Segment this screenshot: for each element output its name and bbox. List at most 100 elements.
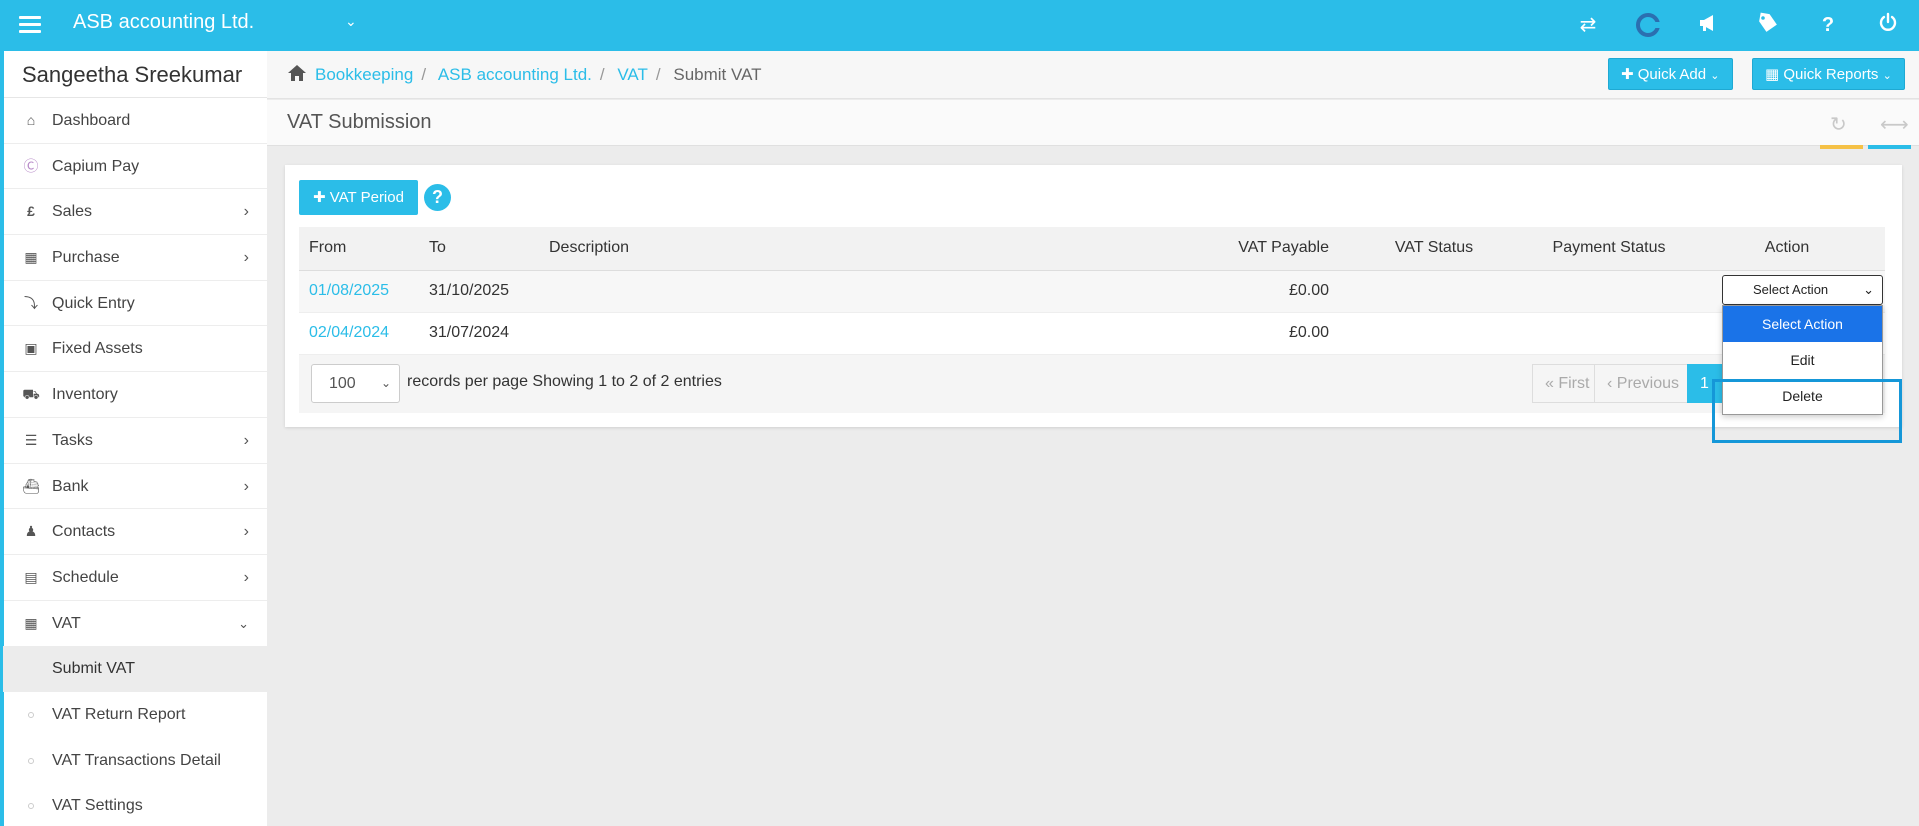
- chevron-right-icon: ›: [243, 477, 249, 495]
- pagination-page-button[interactable]: 1: [1687, 364, 1722, 403]
- pagination-previous-button[interactable]: ‹ Previous: [1594, 364, 1693, 403]
- column-header-to[interactable]: To: [419, 227, 539, 271]
- column-header-action: Action: [1689, 227, 1885, 271]
- bank-icon: ⛴: [22, 477, 40, 494]
- table-header-row: From To Description VAT Payable VAT Stat…: [299, 227, 1885, 271]
- records-per-page-select[interactable]: 100 ⌄: [311, 364, 400, 403]
- quick-reports-button[interactable]: ▦ Quick Reports ⌄: [1752, 58, 1905, 90]
- sidebar-subitem-label: Submit VAT: [52, 660, 135, 678]
- action-dropdown: Select Action Edit Delete: [1722, 305, 1883, 415]
- sidebar-item-schedule[interactable]: ▤ Schedule ›: [4, 555, 267, 601]
- records-per-page-value: 100: [329, 375, 356, 392]
- cell-from[interactable]: 01/08/2025: [299, 270, 419, 313]
- sidebar-item-inventory[interactable]: ⛟ Inventory: [4, 372, 267, 418]
- help-icon[interactable]: ?: [424, 184, 451, 211]
- records-per-page-label: records per page: [407, 373, 528, 390]
- sidebar-item-tasks[interactable]: ☰ Tasks ›: [4, 418, 267, 464]
- tasks-icon: ☰: [24, 431, 38, 448]
- refresh-indicator: [1820, 145, 1863, 149]
- building-icon: ▣: [24, 340, 38, 357]
- chevron-down-icon: ⌄: [1710, 70, 1720, 82]
- home-icon[interactable]: [287, 64, 307, 82]
- bullet-icon: [28, 757, 34, 764]
- action-option-select-action[interactable]: Select Action: [1723, 306, 1882, 342]
- sidebar-item-fixed-assets[interactable]: ▣ Fixed Assets: [4, 326, 267, 373]
- sidebar-item-vat[interactable]: ▦ VAT ⌄: [4, 601, 267, 647]
- company-name[interactable]: ASB accounting Ltd.: [73, 11, 254, 34]
- action-select-value: Select Action: [1753, 282, 1829, 297]
- sidebar-item-bank[interactable]: ⛴ Bank ›: [4, 464, 267, 510]
- sidebar-item-capium-pay[interactable]: Ⓒ Capium Pay: [4, 144, 267, 190]
- sidebar-item-label: Inventory: [52, 386, 118, 404]
- action-option-edit[interactable]: Edit: [1723, 342, 1882, 378]
- vat-periods-table: From To Description VAT Payable VAT Stat…: [299, 227, 1885, 355]
- quick-reports-label: Quick Reports: [1783, 66, 1879, 83]
- sidebar-item-contacts[interactable]: ♟ Contacts ›: [4, 509, 267, 555]
- add-vat-period-button[interactable]: ✚ VAT Period: [299, 180, 418, 215]
- calculator-icon: ▦: [24, 614, 38, 631]
- transfer-icon[interactable]: ⇄: [1575, 12, 1601, 38]
- expand-icon[interactable]: ⟷: [1880, 112, 1909, 137]
- period-from-link[interactable]: 02/04/2024: [309, 324, 389, 341]
- breadcrumb-vat[interactable]: VAT: [617, 65, 648, 84]
- page-title: VAT Submission: [287, 111, 432, 133]
- help-icon[interactable]: ?: [1815, 12, 1841, 38]
- column-header-payment-status[interactable]: Payment Status: [1529, 227, 1689, 271]
- hamburger-menu-icon[interactable]: [19, 12, 41, 36]
- action-select[interactable]: Select Action ⌄: [1722, 275, 1883, 305]
- sidebar-item-sales[interactable]: £ Sales ›: [4, 189, 267, 236]
- period-from-link[interactable]: 01/08/2025: [309, 282, 389, 299]
- cell-vat-status: [1339, 270, 1529, 313]
- top-bar: ASB accounting Ltd. ⌄ ⇄ ?: [0, 0, 1919, 51]
- breadcrumb-company[interactable]: ASB accounting Ltd.: [438, 65, 592, 84]
- refresh-icon[interactable]: ↻: [1830, 112, 1847, 137]
- cell-to: 31/10/2025: [419, 270, 539, 313]
- breadcrumb-bookkeeping[interactable]: Bookkeeping: [315, 65, 413, 84]
- column-header-vat-status[interactable]: VAT Status: [1339, 227, 1529, 271]
- capium-logo-icon[interactable]: [1635, 12, 1661, 38]
- sidebar-subitem-vat-settings[interactable]: VAT Settings: [4, 783, 267, 826]
- chevron-right-icon: ›: [243, 249, 249, 267]
- sidebar-subitem-submit-vat[interactable]: Submit VAT: [0, 646, 267, 692]
- quick-add-button[interactable]: ✚ Quick Add ⌄: [1608, 58, 1733, 90]
- sidebar-subitem-label: VAT Transactions Detail: [52, 751, 221, 769]
- calendar-icon: ▤: [24, 568, 38, 585]
- power-icon[interactable]: [1875, 12, 1901, 38]
- cell-vat-payable: £0.00: [1139, 270, 1339, 313]
- breadcrumb: Bookkeeping / ASB accounting Ltd. / VAT / S…: [315, 65, 762, 84]
- bullet-icon: [28, 803, 34, 810]
- column-header-description[interactable]: Description: [539, 227, 1139, 271]
- tag-icon[interactable]: [1755, 12, 1781, 38]
- chevron-right-icon: ›: [243, 431, 249, 449]
- pound-icon: £: [27, 203, 35, 220]
- chevron-down-icon: ⌄: [238, 615, 249, 631]
- chevron-down-icon[interactable]: ⌄: [345, 13, 357, 30]
- sidebar-item-quick-entry[interactable]: ⤵ Quick Entry: [4, 281, 267, 327]
- breadcrumb-current: Submit VAT: [673, 65, 762, 84]
- sidebar-subitem-vat-transactions-detail[interactable]: VAT Transactions Detail: [4, 738, 267, 784]
- pagination-first-button[interactable]: « First: [1532, 364, 1603, 403]
- megaphone-icon[interactable]: [1695, 12, 1721, 38]
- expand-indicator: [1868, 145, 1911, 149]
- column-header-vat-payable[interactable]: VAT Payable: [1139, 227, 1339, 271]
- sidebar-item-label: VAT: [52, 614, 81, 632]
- action-option-delete[interactable]: Delete: [1723, 378, 1882, 414]
- table-row: 02/04/2024 31/07/2024 £0.00: [299, 312, 1885, 355]
- page-title-bar: VAT Submission ↻ ⟷: [267, 100, 1919, 149]
- bullet-icon: [28, 711, 34, 718]
- sidebar-item-purchase[interactable]: ▦ Purchase ›: [4, 235, 267, 281]
- sidebar-subitem-vat-return-report[interactable]: VAT Return Report: [4, 692, 267, 738]
- grid-icon: ▦: [24, 249, 38, 266]
- table-footer: 100 ⌄ records per page Showing 1 to 2 of…: [299, 355, 1885, 413]
- sidebar-item-label: Quick Entry: [52, 294, 135, 312]
- cell-from[interactable]: 02/04/2024: [299, 312, 419, 355]
- bolt-icon: ⤵: [24, 294, 38, 311]
- column-header-from[interactable]: From: [299, 227, 419, 271]
- chevron-right-icon: ›: [243, 523, 249, 541]
- sidebar-item-label: Capium Pay: [52, 157, 140, 175]
- chevron-down-icon: ⌄: [1882, 70, 1892, 82]
- cell-description: [539, 270, 1139, 313]
- sidebar-item-dashboard[interactable]: ⌂ Dashboard: [4, 98, 267, 144]
- sidebar: Sangeetha Sreekumar ⌂ Dashboard Ⓒ Capium…: [0, 51, 267, 826]
- showing-entries-label: Showing 1 to 2 of 2 entries: [532, 373, 722, 390]
